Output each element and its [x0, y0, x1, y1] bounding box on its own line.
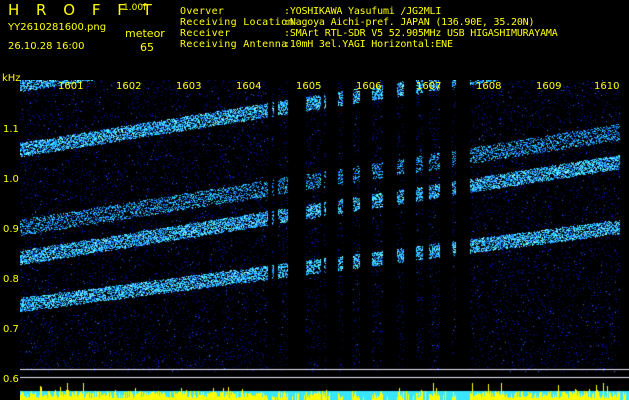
timestamp: 26.10.28 16:00 [8, 41, 85, 52]
antenna-value: :10mH 3el.YAGI Horizontal:ENE [284, 39, 453, 50]
station-values: :YOSHIKAWA Yasufumi /JG2MLI :Nagoya Aich… [284, 6, 558, 50]
observer-value: :YOSHIKAWA Yasufumi /JG2MLI [284, 6, 442, 17]
time-tick-label: 1607 [416, 81, 442, 92]
time-tick-label: 1608 [476, 81, 502, 92]
time-tick-label: 1606 [356, 81, 382, 92]
freq-tick-label: 1.0 [3, 174, 19, 185]
freq-tick-label: 0.9 [3, 224, 19, 235]
file-name: YY2610281600.png [8, 22, 107, 33]
time-tick-label: 1605 [296, 81, 322, 92]
receiver-label: Receiver [180, 28, 231, 39]
time-tick-label: 1602 [116, 81, 142, 92]
version-label: 1.00f [123, 3, 147, 13]
freq-tick-label: 0.8 [3, 274, 19, 285]
freq-tick-label: 0.6 [3, 374, 19, 385]
meteor-label: meteor [125, 27, 165, 40]
freq-tick-label: 0.7 [3, 324, 19, 335]
time-tick-label: 1603 [176, 81, 202, 92]
time-tick-label: 1601 [58, 81, 84, 92]
freq-tick-label: 1.1 [3, 124, 19, 135]
time-tick-label: 1604 [236, 81, 262, 92]
location-value: :Nagoya Aichi-pref. JAPAN (136.90E, 35.2… [284, 17, 535, 28]
unit-label: kHz [2, 73, 21, 84]
station-labels: Overver Receiving Location Receiver Rece… [180, 6, 294, 50]
receiver-value: :SMArt RTL-SDR V5 52.905MHz USB HIGASHIM… [284, 28, 558, 39]
meteor-count: 65 [140, 41, 154, 54]
antenna-label: Receiving Antenna [180, 39, 288, 50]
location-label: Receiving Location [180, 17, 294, 28]
observer-label: Overver [180, 6, 225, 17]
time-tick-label: 1610 [594, 81, 620, 92]
time-tick-label: 1609 [536, 81, 562, 92]
spectrogram-plot [20, 80, 629, 400]
